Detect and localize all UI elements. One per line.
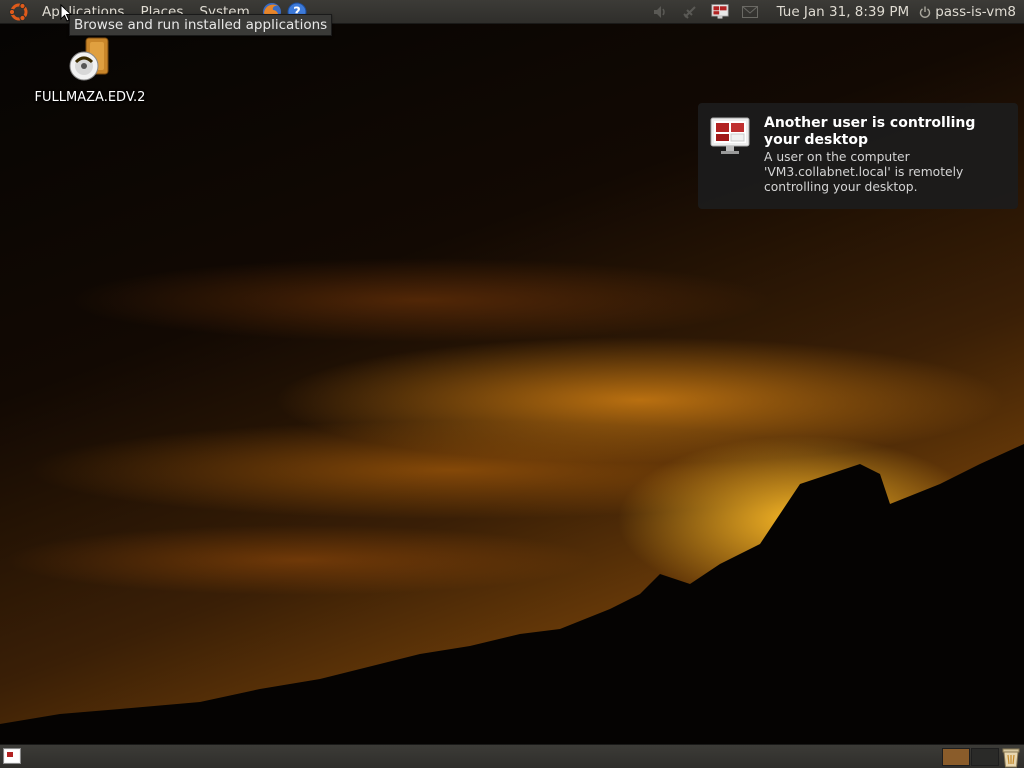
bottom-panel: [0, 744, 1024, 768]
volume-icon[interactable]: [651, 3, 669, 21]
mail-icon[interactable]: [741, 3, 759, 21]
media-archive-icon: [69, 37, 109, 81]
user-menu[interactable]: pass-is-vm8: [919, 4, 1016, 20]
ubuntu-logo-icon[interactable]: [8, 1, 30, 23]
system-tray: Tue Jan 31, 8:39 PM pass-is-vm8: [645, 0, 1024, 24]
notification-bubble[interactable]: Another user is controlling your desktop…: [698, 103, 1018, 209]
user-name: pass-is-vm8: [935, 4, 1016, 20]
mouse-cursor-icon: [60, 4, 72, 22]
remote-desktop-icon[interactable]: [710, 3, 729, 21]
remote-desktop-icon: [710, 117, 750, 154]
workspace-1[interactable]: [942, 748, 970, 766]
notification-text: Another user is controlling your desktop…: [764, 115, 1008, 209]
notification-title: Another user is controlling your desktop: [764, 115, 976, 148]
network-icon[interactable]: [681, 3, 699, 21]
desktop-icon-label: FULLMAZA.EDV.2: [34, 90, 146, 105]
wallpaper-hill-silhouette: [0, 444, 1024, 744]
power-icon: [920, 6, 931, 18]
clock[interactable]: Tue Jan 31, 8:39 PM: [777, 4, 910, 20]
trash-icon[interactable]: [1000, 746, 1022, 768]
applications-tooltip: Browse and run installed applications: [69, 14, 333, 36]
notification-body: A user on the computer 'VM3.collabnet.lo…: [764, 150, 964, 194]
desktop-icon-fullmaza[interactable]: FULLMAZA.EDV.2: [30, 36, 150, 105]
show-desktop-icon[interactable]: [3, 748, 21, 764]
workspace-2[interactable]: [971, 748, 999, 766]
